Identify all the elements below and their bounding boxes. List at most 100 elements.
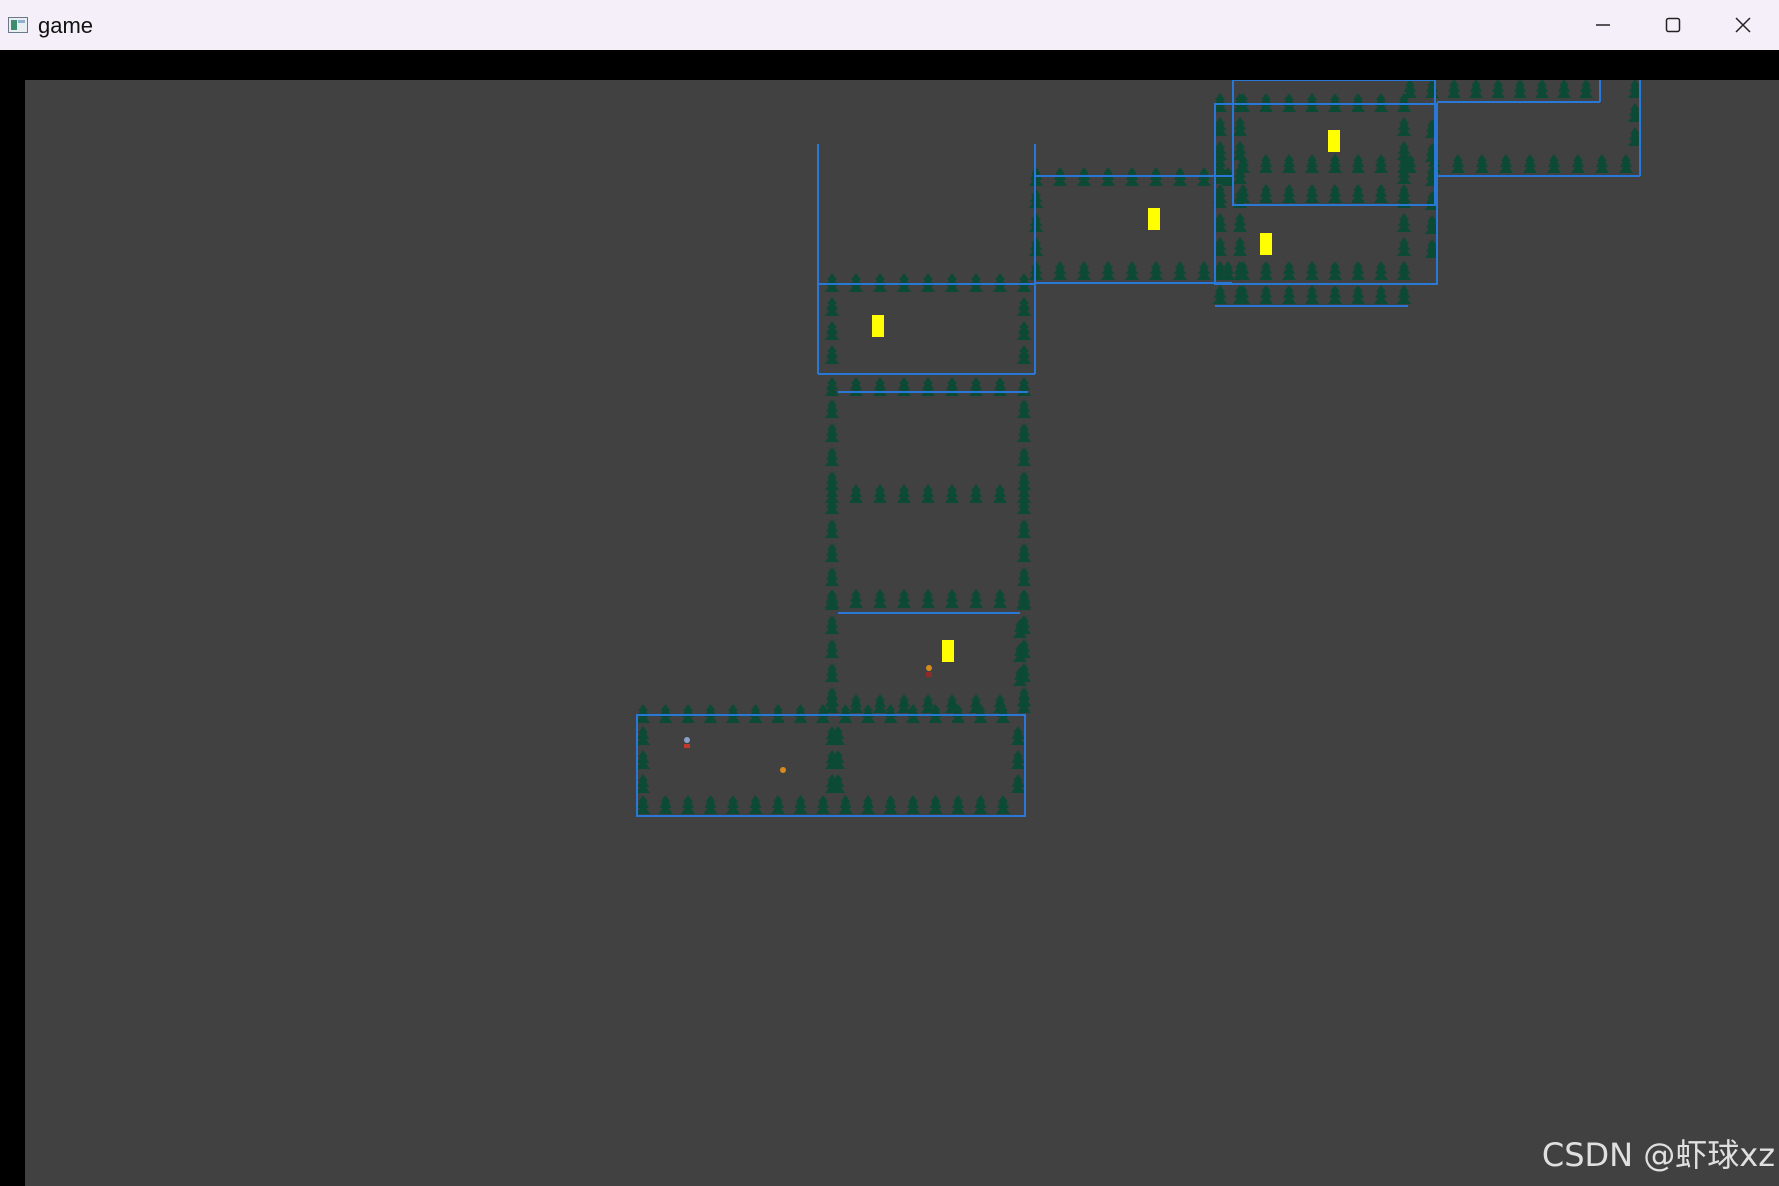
player-sprite bbox=[684, 737, 690, 743]
tree-icon bbox=[1017, 519, 1031, 538]
tree-icon bbox=[825, 519, 839, 538]
tree-icon bbox=[1017, 447, 1031, 466]
tree-icon bbox=[849, 484, 863, 503]
tree-icon bbox=[969, 484, 983, 503]
tree-icon bbox=[1557, 80, 1571, 98]
tree-icon bbox=[681, 795, 695, 814]
npc-sprite-body bbox=[926, 672, 932, 677]
tree-icon bbox=[1125, 261, 1139, 280]
tree-icon bbox=[658, 704, 673, 723]
tree-icon bbox=[1017, 377, 1031, 396]
tree-icon bbox=[945, 377, 959, 396]
tree-icon bbox=[1017, 471, 1031, 490]
tree-icon bbox=[1351, 285, 1365, 304]
tree-icon bbox=[993, 589, 1007, 608]
tree-icon bbox=[1305, 93, 1319, 112]
tree-icon bbox=[1077, 261, 1091, 280]
npc-sprite bbox=[780, 767, 786, 773]
room-outline-layer bbox=[636, 80, 1641, 817]
tree-icon bbox=[1173, 261, 1187, 280]
tree-icon bbox=[1282, 285, 1296, 304]
tree-icon bbox=[1282, 93, 1296, 112]
tree-icon bbox=[951, 795, 965, 814]
tree-icon bbox=[1619, 154, 1633, 173]
game-viewport[interactable] bbox=[0, 50, 1779, 1186]
tree-icon bbox=[1259, 261, 1273, 280]
tree-icon bbox=[1571, 154, 1585, 173]
tree-icon bbox=[816, 795, 830, 814]
tree-icon bbox=[1101, 261, 1115, 280]
tree-icon bbox=[1475, 154, 1489, 173]
tree-icon bbox=[1523, 154, 1537, 173]
tree-icon bbox=[873, 589, 887, 608]
tree-icon bbox=[993, 694, 1007, 713]
tree-icon bbox=[1351, 93, 1365, 112]
tree-icon bbox=[1233, 213, 1247, 232]
tree-icon bbox=[1579, 80, 1593, 98]
tree-icon bbox=[825, 639, 839, 658]
tree-icon bbox=[1374, 154, 1388, 173]
tree-icon bbox=[1595, 154, 1609, 173]
tree-icon bbox=[748, 704, 763, 723]
tree-icon bbox=[636, 774, 650, 793]
tree-icon bbox=[1149, 261, 1163, 280]
tree-icon bbox=[1351, 261, 1365, 280]
maximize-button[interactable] bbox=[1638, 0, 1708, 50]
tree-icon bbox=[1011, 750, 1025, 769]
tree-icon bbox=[658, 795, 673, 814]
tree-icon bbox=[703, 795, 718, 814]
window-title: game bbox=[38, 13, 94, 38]
tree-icon bbox=[993, 484, 1007, 503]
title-bar[interactable]: game bbox=[0, 0, 1779, 51]
tree-icon bbox=[849, 377, 863, 396]
tree-icon bbox=[1374, 261, 1388, 280]
tree-icon bbox=[897, 589, 911, 608]
tree-icon bbox=[825, 543, 839, 562]
tree-icon bbox=[849, 694, 863, 713]
watermark: CSDN @虾球xz bbox=[1541, 1136, 1775, 1174]
player-sprite-body bbox=[684, 744, 690, 748]
tree-icon bbox=[1017, 321, 1031, 340]
tree-icon bbox=[1397, 237, 1411, 256]
tree-icon bbox=[1017, 567, 1031, 586]
tree-icon bbox=[825, 377, 839, 396]
tree-icon bbox=[1305, 184, 1319, 203]
tree-icon bbox=[1374, 285, 1388, 304]
tree-icon bbox=[838, 795, 853, 814]
tree-icon bbox=[636, 795, 650, 814]
close-button[interactable] bbox=[1708, 0, 1778, 50]
tree-icon bbox=[1328, 154, 1342, 173]
tree-icon bbox=[825, 687, 839, 706]
tree-icon bbox=[636, 750, 650, 769]
tree-icon bbox=[825, 567, 839, 586]
tree-icon bbox=[921, 694, 935, 713]
tree-icon bbox=[849, 273, 863, 292]
marker bbox=[872, 315, 884, 337]
tree-icon bbox=[825, 495, 839, 514]
tree-icon bbox=[1397, 117, 1411, 136]
app-icon bbox=[8, 17, 28, 33]
tree-icon bbox=[921, 377, 935, 396]
tree-icon bbox=[861, 704, 875, 723]
tree-icon bbox=[993, 377, 1007, 396]
tree-icon bbox=[825, 273, 839, 292]
tree-icon bbox=[1017, 345, 1031, 364]
tree-icon bbox=[873, 694, 887, 713]
tree-icon bbox=[1233, 141, 1247, 160]
tree-icon bbox=[1017, 297, 1031, 316]
tree-icon bbox=[921, 589, 935, 608]
tree-icon bbox=[636, 704, 650, 723]
tree-icon bbox=[1469, 80, 1483, 98]
tree-icon bbox=[1011, 774, 1025, 793]
tree-icon bbox=[1351, 184, 1365, 203]
tree-icon bbox=[945, 694, 959, 713]
tree-icon bbox=[1425, 80, 1439, 98]
tree-icon bbox=[921, 484, 935, 503]
marker bbox=[1260, 233, 1272, 255]
tree-icon bbox=[849, 589, 863, 608]
maximize-icon bbox=[1665, 17, 1681, 33]
game-canvas[interactable] bbox=[25, 80, 1779, 1186]
tree-icon bbox=[1447, 80, 1461, 98]
minimize-button[interactable] bbox=[1568, 0, 1638, 50]
tree-icon bbox=[873, 484, 887, 503]
